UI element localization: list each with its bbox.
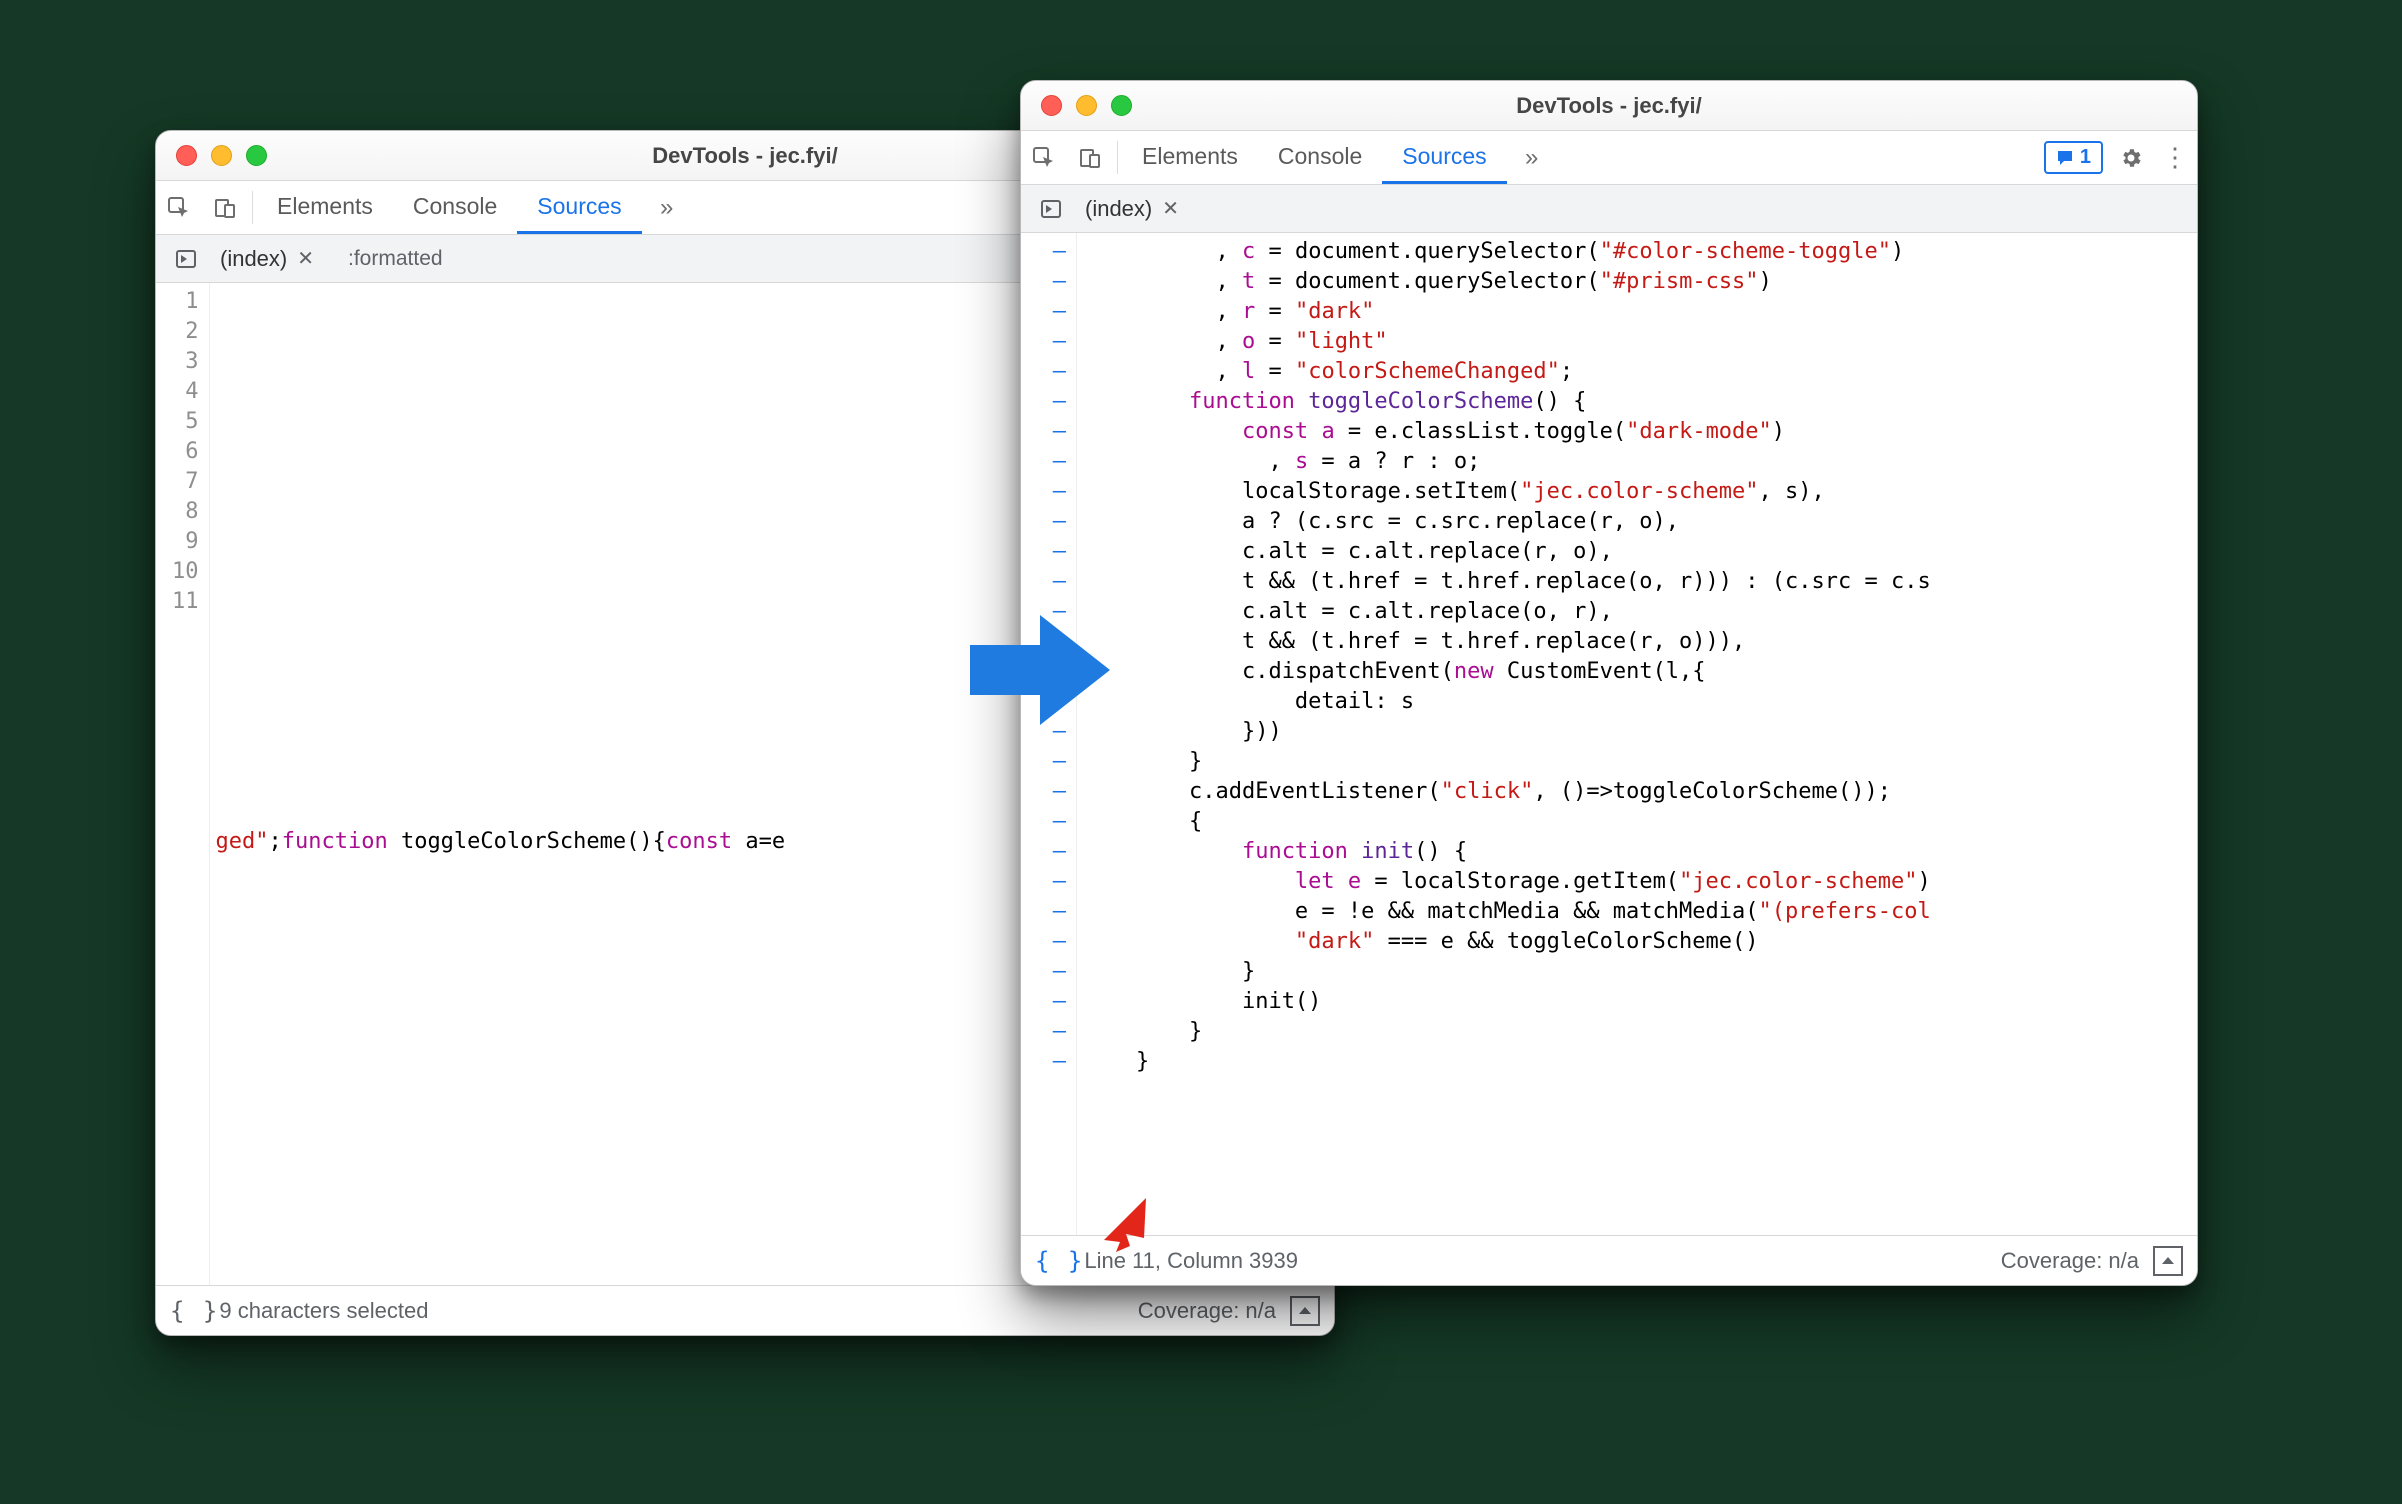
devtools-window-right: DevTools - jec.fyi/ Elements Console Sou… <box>1020 80 2198 1286</box>
open-files-bar: (index) ✕ <box>1021 185 2197 233</box>
tab-sources[interactable]: Sources <box>517 181 641 234</box>
inspect-element-icon[interactable] <box>156 181 202 234</box>
tab-sources[interactable]: Sources <box>1382 131 1506 184</box>
status-bar: { } Line 11, Column 3939 Coverage: n/a <box>1021 1235 2197 1285</box>
coverage-text: Coverage: n/a <box>1138 1298 1276 1324</box>
tab-console[interactable]: Console <box>1258 131 1382 184</box>
pretty-print-button[interactable]: { } <box>1035 1247 1084 1275</box>
inspect-element-icon[interactable] <box>1021 131 1067 184</box>
issues-count: 1 <box>2080 146 2091 169</box>
kebab-menu-icon[interactable]: ⋮ <box>2153 131 2197 184</box>
show-drawer-button[interactable] <box>2153 1246 2183 1276</box>
code-editor[interactable]: –––––––––––––––––––––––––––– , c = docum… <box>1021 233 2197 1235</box>
zoom-window-button[interactable] <box>246 145 267 166</box>
tab-console[interactable]: Console <box>393 181 517 234</box>
formatted-label: :formatted <box>328 247 443 271</box>
minimize-window-button[interactable] <box>1076 95 1097 116</box>
zoom-window-button[interactable] <box>1111 95 1132 116</box>
device-toggle-icon[interactable] <box>202 181 248 234</box>
file-tab-index[interactable]: (index) ✕ <box>206 235 328 282</box>
titlebar: DevTools - jec.fyi/ <box>1021 81 2197 131</box>
close-tab-icon[interactable]: ✕ <box>1162 196 1179 221</box>
status-bar: { } 9 characters selected Coverage: n/a <box>156 1285 1334 1335</box>
main-toolbar: Elements Console Sources » 1 ⋮ <box>1021 131 2197 185</box>
close-window-button[interactable] <box>176 145 197 166</box>
code-content[interactable]: , c = document.querySelector("#color-sch… <box>1077 233 2197 1235</box>
window-title: DevTools - jec.fyi/ <box>1021 93 2197 119</box>
close-tab-icon[interactable]: ✕ <box>297 246 314 271</box>
file-tab-label: (index) <box>1085 196 1152 222</box>
show-navigator-icon[interactable] <box>1031 198 1071 220</box>
more-tabs-button[interactable]: » <box>1507 131 1557 184</box>
file-tab-label: (index) <box>220 246 287 272</box>
tab-elements[interactable]: Elements <box>1122 131 1258 184</box>
tab-elements[interactable]: Elements <box>257 181 393 234</box>
file-tab-index[interactable]: (index) ✕ <box>1071 185 1193 232</box>
device-toggle-icon[interactable] <box>1067 131 1113 184</box>
show-navigator-icon[interactable] <box>166 248 206 270</box>
minimize-window-button[interactable] <box>211 145 232 166</box>
issues-badge[interactable]: 1 <box>2044 141 2103 174</box>
status-text: 9 characters selected <box>219 1298 428 1324</box>
pretty-print-button[interactable]: { } <box>170 1297 219 1325</box>
more-tabs-button[interactable]: » <box>642 181 692 234</box>
close-window-button[interactable] <box>1041 95 1062 116</box>
blue-arrow-annotation <box>970 605 1110 735</box>
line-gutter: 1234567891011 <box>156 283 210 1285</box>
traffic-lights <box>1021 95 1132 116</box>
settings-icon[interactable] <box>2109 131 2153 184</box>
show-drawer-button[interactable] <box>1290 1296 1320 1326</box>
coverage-text: Coverage: n/a <box>2001 1248 2139 1274</box>
red-arrow-annotation <box>1096 1192 1156 1252</box>
traffic-lights <box>156 145 267 166</box>
